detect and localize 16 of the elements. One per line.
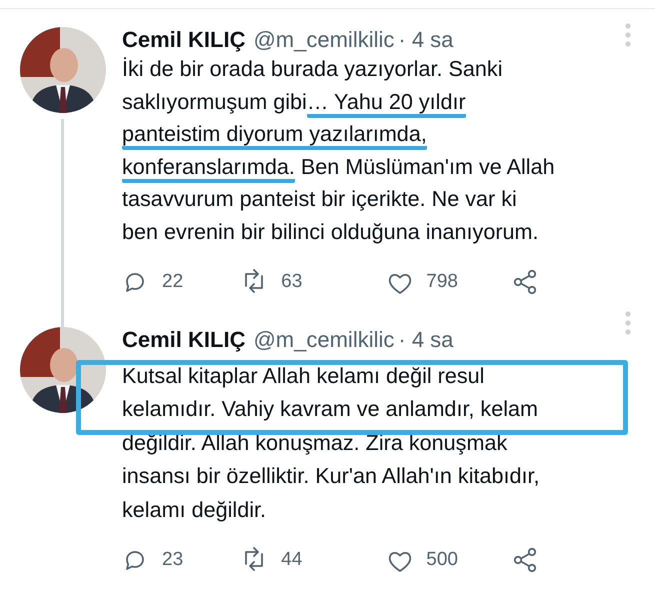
tweet-text: İki de bir orada burada yazıyorlar. Sanki saklıyormuşum gibi… Yahu 20 yıldır panteistim diyorum yazılarımda, konferanslarımda. Ben Müslüman'ım ve Allah tasavvurum panteist bir içerikte. Ne var ki ben evrenin bir bilinci olduğuna inanıyorum. [122, 55, 555, 246]
timestamp[interactable]: · 4 sa [398, 27, 454, 53]
action-count: 63 [281, 270, 302, 294]
share-icon[interactable] [512, 546, 538, 574]
action-count: 22 [162, 270, 184, 294]
action-count: 44 [281, 548, 302, 572]
share-icon[interactable] [512, 268, 538, 296]
author-name[interactable]: Cemil KILIÇ [122, 326, 246, 352]
action-count: 23 [162, 548, 184, 572]
action-count: 798 [426, 270, 458, 294]
timestamp[interactable]: · 4 sa [398, 326, 454, 352]
action-count: 500 [426, 548, 458, 572]
author-handle[interactable]: @m_cemilkilic [253, 326, 394, 352]
tweet-text: Kutsal kitaplar Allah kelamı değil resul kelamıdır. Vahiy kavram ve anlamdır, kelam değildir. Allah konuşmaz. Zira konuşmak insansı bir özelliktir. Kur'an Allah'ın kitabıdır, kelamı değildir. [122, 362, 540, 524]
author-handle[interactable]: @m_cemilkilic [253, 27, 394, 53]
author-name[interactable]: Cemil KILIÇ [122, 27, 246, 53]
